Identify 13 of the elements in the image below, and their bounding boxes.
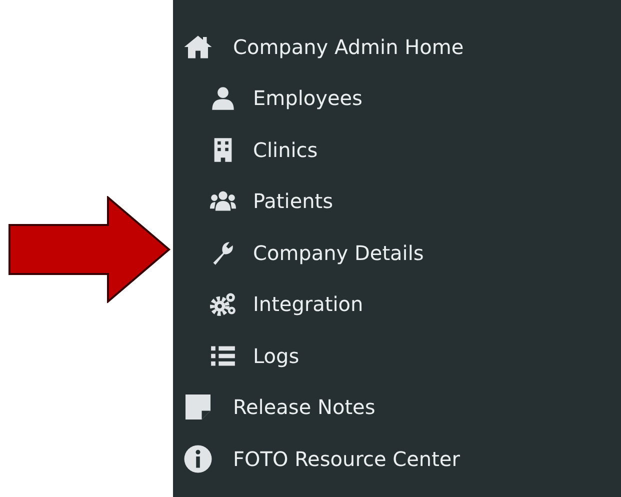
person-icon: [210, 85, 236, 112]
gears-icon: [210, 291, 236, 318]
info-icon: [183, 444, 213, 474]
menu-item[interactable]: Clinics: [173, 124, 621, 176]
menu-item[interactable]: Company Admin Home: [173, 21, 621, 72]
menu-item[interactable]: Patients: [173, 176, 621, 227]
menu-item[interactable]: FOTO Resource Center: [173, 433, 621, 484]
menu-item[interactable]: Logs: [173, 330, 621, 382]
menu-item[interactable]: Employees: [173, 72, 621, 124]
note-icon: [183, 392, 213, 422]
menu-item[interactable]: Company Details: [173, 227, 621, 278]
menu-item[interactable]: Release Notes: [173, 382, 621, 433]
menu-item[interactable]: Integration: [173, 278, 621, 330]
